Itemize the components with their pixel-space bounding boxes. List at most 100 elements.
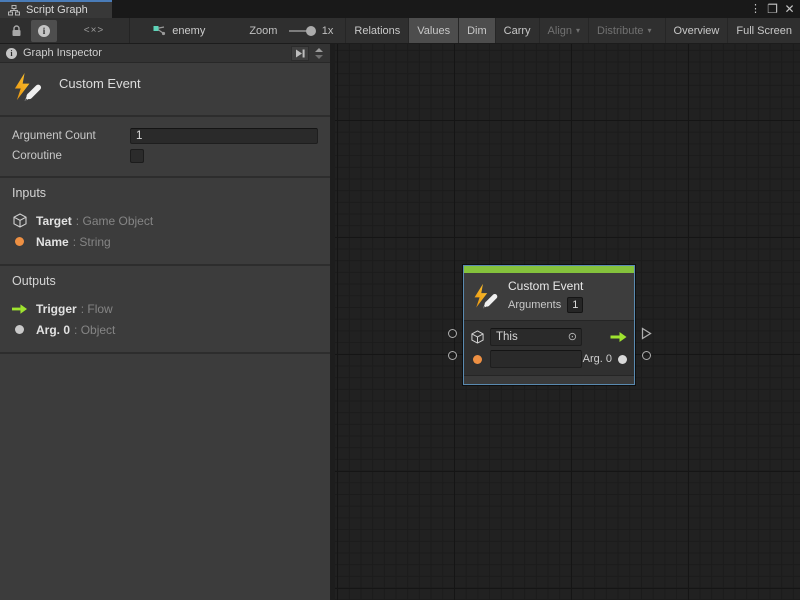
port-type: : Object: [74, 323, 115, 337]
fullscreen-button[interactable]: Full Screen: [727, 18, 800, 43]
fullscreen-label: Full Screen: [736, 25, 792, 37]
event-color-bar: [464, 266, 634, 273]
inspector-toggle-button[interactable]: i: [31, 20, 57, 42]
external-string-input-port[interactable]: [448, 351, 457, 360]
external-flow-input-port[interactable]: [448, 329, 457, 338]
graph-breadcrumb-button[interactable]: enemy: [153, 25, 205, 37]
lock-button[interactable]: [3, 20, 29, 42]
toolbar-buttons: Relations Values Dim Carry Align ▾ Distr…: [345, 18, 800, 43]
zoom-label: Zoom: [249, 25, 277, 37]
flow-arrow-icon: [12, 304, 27, 314]
argument-count-row: Argument Count: [12, 126, 318, 146]
target-value: This: [491, 331, 564, 343]
arg0-label: Arg. 0: [583, 353, 612, 365]
graph-name: enemy: [172, 25, 205, 37]
arguments-label: Arguments: [508, 299, 561, 311]
graph-canvas[interactable]: Custom Event Arguments 1: [335, 44, 800, 600]
port-row-arg0: Arg. 0 : Object: [12, 319, 318, 340]
window-menu-icon[interactable]: ⋮: [747, 0, 764, 18]
graph-node-icon: [153, 25, 166, 37]
lock-icon: [11, 25, 22, 37]
tab-script-graph[interactable]: Script Graph: [0, 0, 112, 18]
target-port-row: This ⊙: [471, 327, 627, 347]
zoom-value: 1x: [322, 25, 334, 37]
object-port-icon: [12, 325, 27, 334]
close-icon[interactable]: ✕: [781, 0, 798, 18]
distribute-label: Distribute: [597, 25, 643, 37]
code-preview-button[interactable]: <×>: [72, 20, 116, 42]
spinner-up-icon[interactable]: [315, 48, 323, 52]
external-flow-output-port[interactable]: [641, 327, 652, 340]
values-label: Values: [417, 25, 450, 37]
unit-header: Custom Event: [0, 63, 330, 117]
custom-event-node[interactable]: Custom Event Arguments 1: [463, 265, 635, 385]
game-object-icon: [12, 213, 27, 228]
tab-label: Script Graph: [26, 4, 88, 16]
chevron-down-icon: ▾: [576, 26, 580, 35]
inspector-title: Graph Inspector: [23, 47, 291, 59]
coroutine-checkbox[interactable]: [130, 149, 144, 163]
port-row-name: Name : String: [12, 231, 318, 252]
name-port-row: Arg. 0: [471, 349, 627, 369]
window-controls: ⋮ ❐ ✕: [747, 0, 798, 18]
argument-count-input[interactable]: [130, 128, 318, 144]
inspector-empty-area: [0, 354, 330, 600]
relations-label: Relations: [354, 25, 400, 37]
custom-event-icon: [472, 283, 499, 310]
code-icon: <×>: [84, 25, 105, 36]
carry-label: Carry: [504, 25, 531, 37]
relations-button[interactable]: Relations: [345, 18, 408, 43]
node-header[interactable]: Custom Event Arguments 1: [464, 273, 634, 320]
carry-button[interactable]: Carry: [495, 18, 539, 43]
port-type: : String: [73, 235, 111, 249]
values-button[interactable]: Values: [408, 18, 458, 43]
port-type: : Game Object: [76, 214, 153, 228]
outputs-header: Outputs: [12, 274, 318, 288]
zoom-slider[interactable]: [289, 30, 312, 32]
name-input[interactable]: [490, 350, 582, 368]
script-graph-icon: [8, 5, 20, 16]
outputs-section: Outputs Trigger : Flow Arg. 0 : Object: [0, 266, 330, 354]
argument-count-label: Argument Count: [12, 130, 130, 142]
spinner-down-icon[interactable]: [315, 55, 323, 59]
port-row-target: Target : Game Object: [12, 210, 318, 231]
zoom-slider-handle[interactable]: [306, 26, 316, 36]
string-port-icon: [12, 237, 27, 246]
maximize-icon[interactable]: ❐: [764, 0, 781, 18]
node-footer: [464, 375, 634, 384]
object-picker-icon[interactable]: ⊙: [564, 332, 581, 343]
inputs-header: Inputs: [12, 186, 318, 200]
graph-inspector-panel: i Graph Inspector: [0, 44, 335, 600]
scroll-spinners[interactable]: [312, 48, 326, 59]
node-body: This ⊙: [464, 320, 634, 375]
distribute-dropdown[interactable]: Distribute ▾: [588, 18, 659, 43]
string-input-port[interactable]: [473, 355, 482, 364]
game-object-icon: [471, 330, 484, 344]
inputs-section: Inputs Target : Game Object Na: [0, 178, 330, 266]
align-label: Align: [548, 25, 572, 37]
info-icon: i: [38, 25, 50, 37]
custom-event-icon: [12, 72, 43, 103]
unit-title: Custom Event: [59, 76, 141, 103]
window-titlebar: Script Graph ⋮ ❐ ✕: [0, 0, 800, 18]
target-dropdown[interactable]: This ⊙: [490, 328, 582, 346]
coroutine-label: Coroutine: [12, 150, 130, 162]
graph-toolbar: i <×> enemy Zoom 1x Relations Values Dim…: [0, 18, 800, 44]
overview-label: Overview: [674, 25, 720, 37]
port-name: Target: [36, 214, 72, 228]
dim-button[interactable]: Dim: [458, 18, 495, 43]
port-type: : Flow: [81, 302, 113, 316]
flow-output-port[interactable]: [610, 332, 627, 342]
dock-panel-button[interactable]: [291, 46, 309, 61]
port-row-trigger: Trigger : Flow: [12, 298, 318, 319]
port-name: Arg. 0: [36, 323, 70, 337]
arg0-output-port[interactable]: [618, 355, 627, 364]
align-dropdown[interactable]: Align ▾: [539, 18, 588, 43]
dim-label: Dim: [467, 25, 487, 37]
external-arg0-output-port[interactable]: [642, 351, 651, 360]
info-icon: i: [6, 48, 17, 59]
overview-button[interactable]: Overview: [665, 18, 728, 43]
arguments-value-field[interactable]: 1: [567, 297, 583, 313]
inspector-header: i Graph Inspector: [0, 44, 330, 63]
dock-right-icon: [295, 49, 305, 58]
